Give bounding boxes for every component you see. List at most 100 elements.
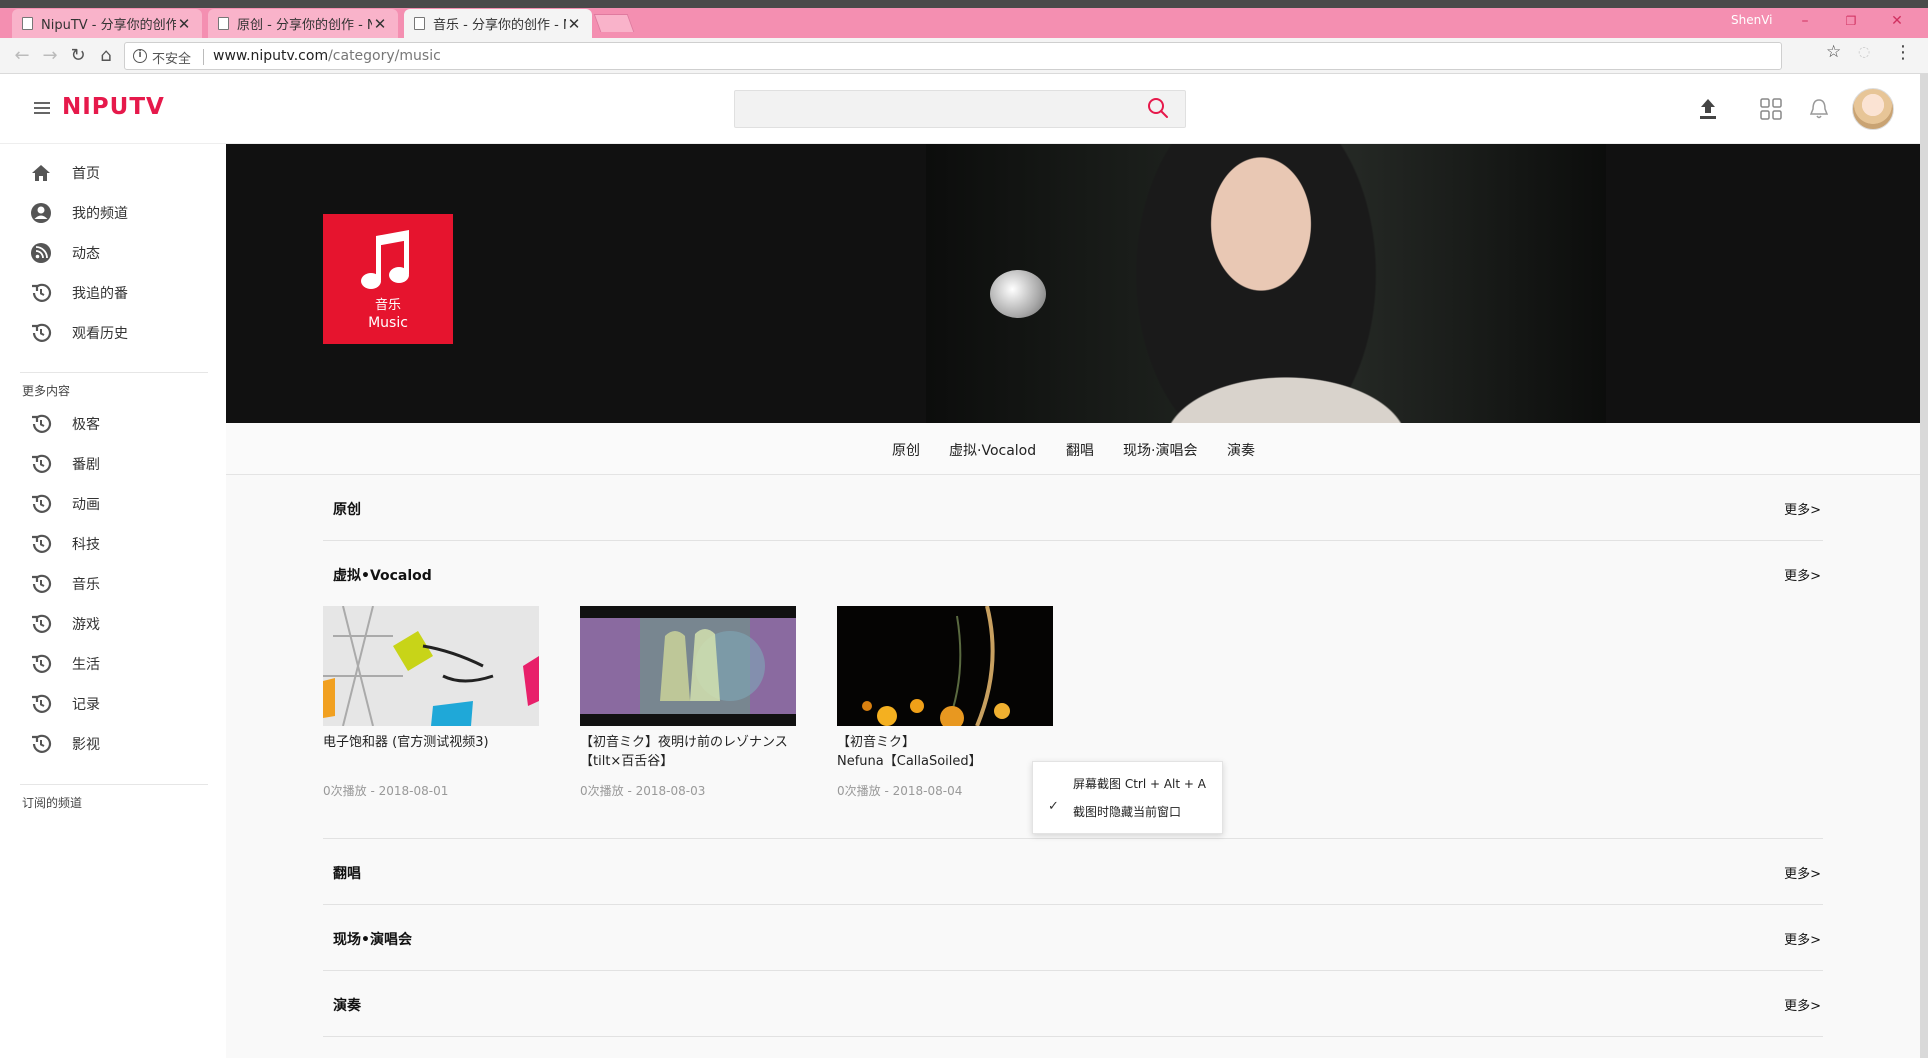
section-more-link[interactable]: 更多> (1784, 863, 1821, 882)
history-icon (32, 614, 52, 633)
section-title: 翻唱 (333, 866, 361, 882)
close-tab-icon[interactable]: ✕ (566, 15, 582, 33)
sidebar-divider (20, 784, 208, 785)
video-card[interactable]: 电子饱和器 (官方测试视频3) 0次播放 - 2018-08-01 (323, 606, 539, 799)
browser-tab[interactable]: 原创 - 分享你的创作 - Ni ✕ (208, 9, 398, 38)
sidebar-item-label: 动画 (72, 497, 100, 513)
sidebar-item-bangumi[interactable]: 番剧 (30, 444, 210, 484)
context-menu-item-hide-window[interactable]: 截图时隐藏当前窗口 (1073, 803, 1181, 820)
section-more-link[interactable]: 更多> (1784, 499, 1821, 518)
url-path: /category/music (328, 48, 441, 64)
video-meta: 0次播放 - 2018-08-03 (580, 784, 706, 798)
section-cover: 翻唱 更多> (323, 839, 1823, 905)
context-menu-item-screenshot[interactable]: 屏幕截图 Ctrl + Alt + A (1073, 775, 1206, 792)
sidebar-item-home[interactable]: 首页 (30, 153, 210, 193)
sidebar-item-followed-anime[interactable]: 我追的番 (30, 273, 210, 313)
checkmark-icon: ✓ (1048, 799, 1059, 814)
forward-icon[interactable]: → (38, 44, 62, 68)
history-icon (32, 323, 52, 342)
address-bar[interactable]: i 不安全 www.niputv.com/category/music (124, 42, 1782, 70)
rss-icon (31, 243, 51, 263)
video-thumbnail[interactable] (323, 606, 539, 726)
upload-icon[interactable] (1695, 96, 1721, 122)
context-menu: 屏幕截图 Ctrl + Alt + A ✓ 截图时隐藏当前窗口 (1032, 761, 1223, 834)
window-scrollbar[interactable] (1920, 74, 1928, 1058)
url-host: www.niputv.com (213, 48, 329, 64)
url-text[interactable]: www.niputv.com/category/music (213, 48, 441, 64)
section-more-link[interactable]: 更多> (1784, 565, 1821, 584)
minimize-button[interactable]: – (1782, 8, 1828, 34)
sidebar-item-my-channel[interactable]: 我的频道 (30, 193, 210, 233)
section-title: 虚拟•Vocalod (333, 568, 432, 584)
sidebar-item-film[interactable]: 影视 (30, 724, 210, 764)
page-icon (414, 17, 425, 30)
back-icon[interactable]: ← (10, 44, 34, 68)
sidebar-item-games[interactable]: 游戏 (30, 604, 210, 644)
close-tab-icon[interactable]: ✕ (372, 15, 388, 33)
sidebar-item-music[interactable]: 音乐 (30, 564, 210, 604)
sidebar-item-geek[interactable]: 极客 (30, 404, 210, 444)
sidebar-item-watch-history[interactable]: 观看历史 (30, 313, 210, 353)
section-more-link[interactable]: 更多> (1784, 995, 1821, 1014)
sidebar-item-label: 音乐 (72, 577, 100, 593)
subnav-tab-cover[interactable]: 翻唱 (1066, 440, 1094, 460)
video-title[interactable]: 电子饱和器 (官方测试视频3) (323, 733, 539, 773)
subnav-tab-live[interactable]: 现场·演唱会 (1123, 440, 1197, 460)
section-live: 现场•演唱会 更多> (323, 905, 1823, 971)
close-window-button[interactable]: ✕ (1874, 8, 1920, 34)
sidebar-item-label: 观看历史 (72, 326, 128, 342)
user-avatar[interactable] (1852, 88, 1894, 130)
music-note-icon (361, 230, 409, 289)
home-icon[interactable]: ⌂ (94, 44, 118, 68)
new-tab-button[interactable] (593, 14, 635, 32)
search-icon[interactable] (1147, 97, 1169, 119)
video-title[interactable]: 【初音ミク】夜明け前のレゾナンス【tilt×百舌谷】 (580, 733, 796, 773)
video-card[interactable]: 【初音ミク】 Nefuna【CallaSoiled】 0次播放 - 2018-0… (837, 606, 1053, 799)
banner-photo-detail (990, 270, 1046, 318)
sidebar-item-label: 记录 (72, 697, 100, 713)
sidebar-item-animation[interactable]: 动画 (30, 484, 210, 524)
category-name-cn: 音乐 (374, 298, 401, 313)
bookmark-star-icon[interactable]: ☆ (1826, 42, 1841, 62)
history-icon (32, 283, 52, 302)
restore-button[interactable]: ❐ (1828, 8, 1874, 34)
browser-tab[interactable]: NipuTV - 分享你的创作 ✕ (12, 9, 202, 38)
tab-label: NipuTV - 分享你的创作 (41, 18, 176, 33)
security-label: 不安全 (152, 52, 192, 67)
video-card[interactable]: 【初音ミク】夜明け前のレゾナンス【tilt×百舌谷】 0次播放 - 2018-0… (580, 606, 796, 799)
site-logo[interactable]: NIPUTV (62, 94, 165, 120)
history-icon (32, 574, 52, 593)
extension-icon[interactable]: ◌ (1858, 44, 1870, 60)
subnav-tab-original[interactable]: 原创 (892, 440, 920, 460)
sidebar-item-label: 游戏 (72, 617, 100, 633)
browser-user-name[interactable]: ShenVi (1731, 13, 1773, 27)
sidebar-item-feed[interactable]: 动态 (30, 233, 210, 273)
sidebar-item-label: 番剧 (72, 457, 100, 473)
hamburger-menu-icon[interactable] (34, 102, 50, 114)
video-meta: 0次播放 - 2018-08-04 (837, 784, 963, 798)
section-performance: 演奏 更多> (323, 971, 1823, 1037)
notification-bell-icon[interactable] (1806, 96, 1832, 122)
browser-menu-icon[interactable]: ⋮ (1894, 42, 1912, 63)
sidebar-item-tech[interactable]: 科技 (30, 524, 210, 564)
section-more-link[interactable]: 更多> (1784, 929, 1821, 948)
search-input[interactable] (734, 90, 1186, 128)
subnav-tab-performance[interactable]: 演奏 (1227, 440, 1255, 460)
sidebar-item-label: 首页 (72, 166, 100, 182)
sidebar-item-label: 影视 (72, 737, 100, 753)
history-icon (32, 654, 52, 673)
apps-grid-icon[interactable] (1758, 96, 1784, 122)
history-icon (32, 494, 52, 513)
video-thumbnail[interactable] (580, 606, 796, 726)
video-title[interactable]: 【初音ミク】 Nefuna【CallaSoiled】 (837, 733, 1053, 773)
sidebar-item-life[interactable]: 生活 (30, 644, 210, 684)
video-thumbnail[interactable] (837, 606, 1053, 726)
section-original: 原创 更多> (323, 475, 1823, 541)
section-title: 演奏 (333, 998, 361, 1014)
sidebar-item-documentary[interactable]: 记录 (30, 684, 210, 724)
close-tab-icon[interactable]: ✕ (176, 15, 192, 33)
info-icon[interactable]: i (133, 49, 147, 63)
reload-icon[interactable]: ↻ (66, 44, 90, 68)
browser-tab-active[interactable]: 音乐 - 分享你的创作 - Ni ✕ (404, 9, 592, 38)
subnav-tab-vocaloid[interactable]: 虚拟·Vocalod (949, 440, 1036, 460)
